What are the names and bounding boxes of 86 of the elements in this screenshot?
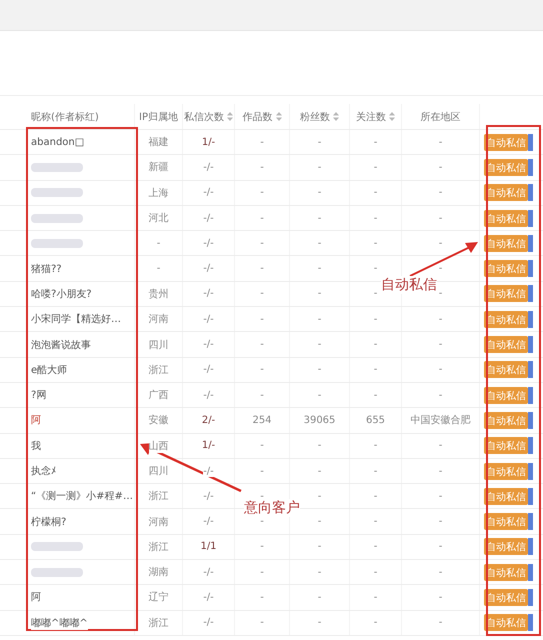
button-edge[interactable] bbox=[528, 310, 533, 328]
button-edge[interactable] bbox=[528, 437, 533, 454]
button-edge[interactable] bbox=[528, 588, 533, 606]
table-cell: -/- bbox=[203, 617, 214, 628]
annotation-label: 自动私信 bbox=[381, 276, 437, 294]
button-edge[interactable] bbox=[528, 158, 533, 176]
table-cell: -/- bbox=[203, 516, 214, 528]
button-edge[interactable] bbox=[528, 184, 533, 202]
table-cell: 浙江 bbox=[148, 489, 168, 504]
nickname: e酷大师 bbox=[31, 362, 68, 377]
table-cell: -/- bbox=[203, 364, 214, 376]
table-cell: 四川 bbox=[148, 338, 168, 352]
table-cell: 浙江 bbox=[148, 540, 168, 554]
table-cell: -/- bbox=[203, 390, 214, 401]
nickname: 我 bbox=[31, 438, 41, 453]
table-cell: 655 bbox=[366, 414, 386, 426]
button-edge[interactable] bbox=[528, 210, 533, 227]
nickname: 阿 bbox=[31, 590, 41, 604]
table-cell: 中国安徽合肥 bbox=[410, 413, 470, 428]
table-cell: -/- bbox=[203, 263, 214, 274]
table-cell: -/- bbox=[203, 187, 214, 198]
table-cell: 2/- bbox=[202, 414, 216, 426]
table-cell: 河南 bbox=[148, 514, 168, 529]
table-cell: 1/1 bbox=[200, 541, 217, 552]
button-edge[interactable] bbox=[528, 134, 533, 151]
column-header: 关注数 bbox=[356, 110, 386, 124]
column-header: 私信次数 bbox=[184, 110, 224, 124]
arrow bbox=[408, 240, 480, 278]
table-cell: 浙江 bbox=[148, 362, 168, 377]
button-edge[interactable] bbox=[528, 513, 533, 530]
table-cell: 新疆 bbox=[148, 160, 168, 174]
nickname: 阿 bbox=[31, 413, 41, 428]
table-cell: 254 bbox=[252, 414, 272, 426]
button-edge[interactable] bbox=[528, 285, 533, 302]
column-header: IP归属地 bbox=[139, 110, 178, 124]
annotation-label: 意向客户 bbox=[244, 499, 300, 517]
table-cell: -/- bbox=[203, 490, 214, 502]
nickname: 嘟嘟^嘟嘟^ bbox=[31, 616, 88, 630]
table-cell: -/- bbox=[203, 566, 214, 578]
column-header: 作品数 bbox=[242, 110, 272, 124]
table-cell: -/- bbox=[203, 238, 214, 249]
nickname: 小宋同学【精选好… bbox=[31, 312, 121, 326]
table-cell: 上海 bbox=[148, 186, 168, 200]
table-cell: 山西 bbox=[148, 438, 168, 453]
button-edge[interactable] bbox=[528, 336, 533, 354]
nickname: “《测一测》小#程#… bbox=[31, 489, 133, 504]
table-cell: -/- bbox=[203, 339, 214, 350]
table-cell: 广西 bbox=[148, 388, 168, 402]
nickname: abandon□ bbox=[31, 136, 84, 148]
table-cell: 湖南 bbox=[148, 565, 168, 580]
nickname: 泡泡酱说故事 bbox=[31, 338, 91, 352]
button-edge[interactable] bbox=[528, 412, 533, 429]
table-cell: -/- bbox=[203, 314, 214, 325]
table-cell: 福建 bbox=[148, 135, 168, 150]
button-edge[interactable] bbox=[528, 462, 533, 480]
table-cell: -/- bbox=[203, 592, 214, 603]
table-cell: -/- bbox=[203, 162, 214, 173]
column-header: 昵称(作者标红) bbox=[31, 110, 99, 124]
button-edge[interactable] bbox=[528, 488, 533, 505]
table-cell: 河南 bbox=[148, 312, 168, 326]
table-cell: 四川 bbox=[148, 464, 168, 478]
button-edge[interactable] bbox=[528, 386, 533, 404]
button-edge[interactable] bbox=[528, 564, 533, 581]
nickname: 执念ﾒ bbox=[31, 464, 56, 478]
table-cell: -/- bbox=[203, 288, 214, 300]
table-cell: 浙江 bbox=[148, 616, 168, 630]
nickname: 猪猫?? bbox=[31, 262, 62, 276]
table-cell: 39065 bbox=[304, 414, 336, 426]
nickname: ?网 bbox=[31, 388, 46, 402]
table-cell: -/- bbox=[203, 466, 214, 476]
column-header: 所在地区 bbox=[420, 110, 460, 124]
button-edge[interactable] bbox=[528, 260, 533, 278]
button-edge[interactable] bbox=[528, 614, 533, 632]
table-cell: 辽宁 bbox=[148, 590, 168, 604]
nickname: 柠檬桐? bbox=[31, 514, 66, 529]
button-edge[interactable] bbox=[528, 538, 533, 556]
table-cell: 安徽 bbox=[148, 413, 168, 428]
button-edge[interactable] bbox=[528, 361, 533, 378]
nickname: 哈喽?小朋友? bbox=[31, 286, 92, 301]
table-cell: 河北 bbox=[148, 211, 168, 226]
column-header: 粉丝数 bbox=[300, 110, 330, 124]
button-edge[interactable] bbox=[528, 234, 533, 252]
table-cell: 1/- bbox=[202, 136, 216, 148]
table-cell: -/- bbox=[203, 212, 214, 224]
table-cell: 1/- bbox=[202, 440, 216, 452]
table-cell: 贵州 bbox=[148, 286, 168, 301]
